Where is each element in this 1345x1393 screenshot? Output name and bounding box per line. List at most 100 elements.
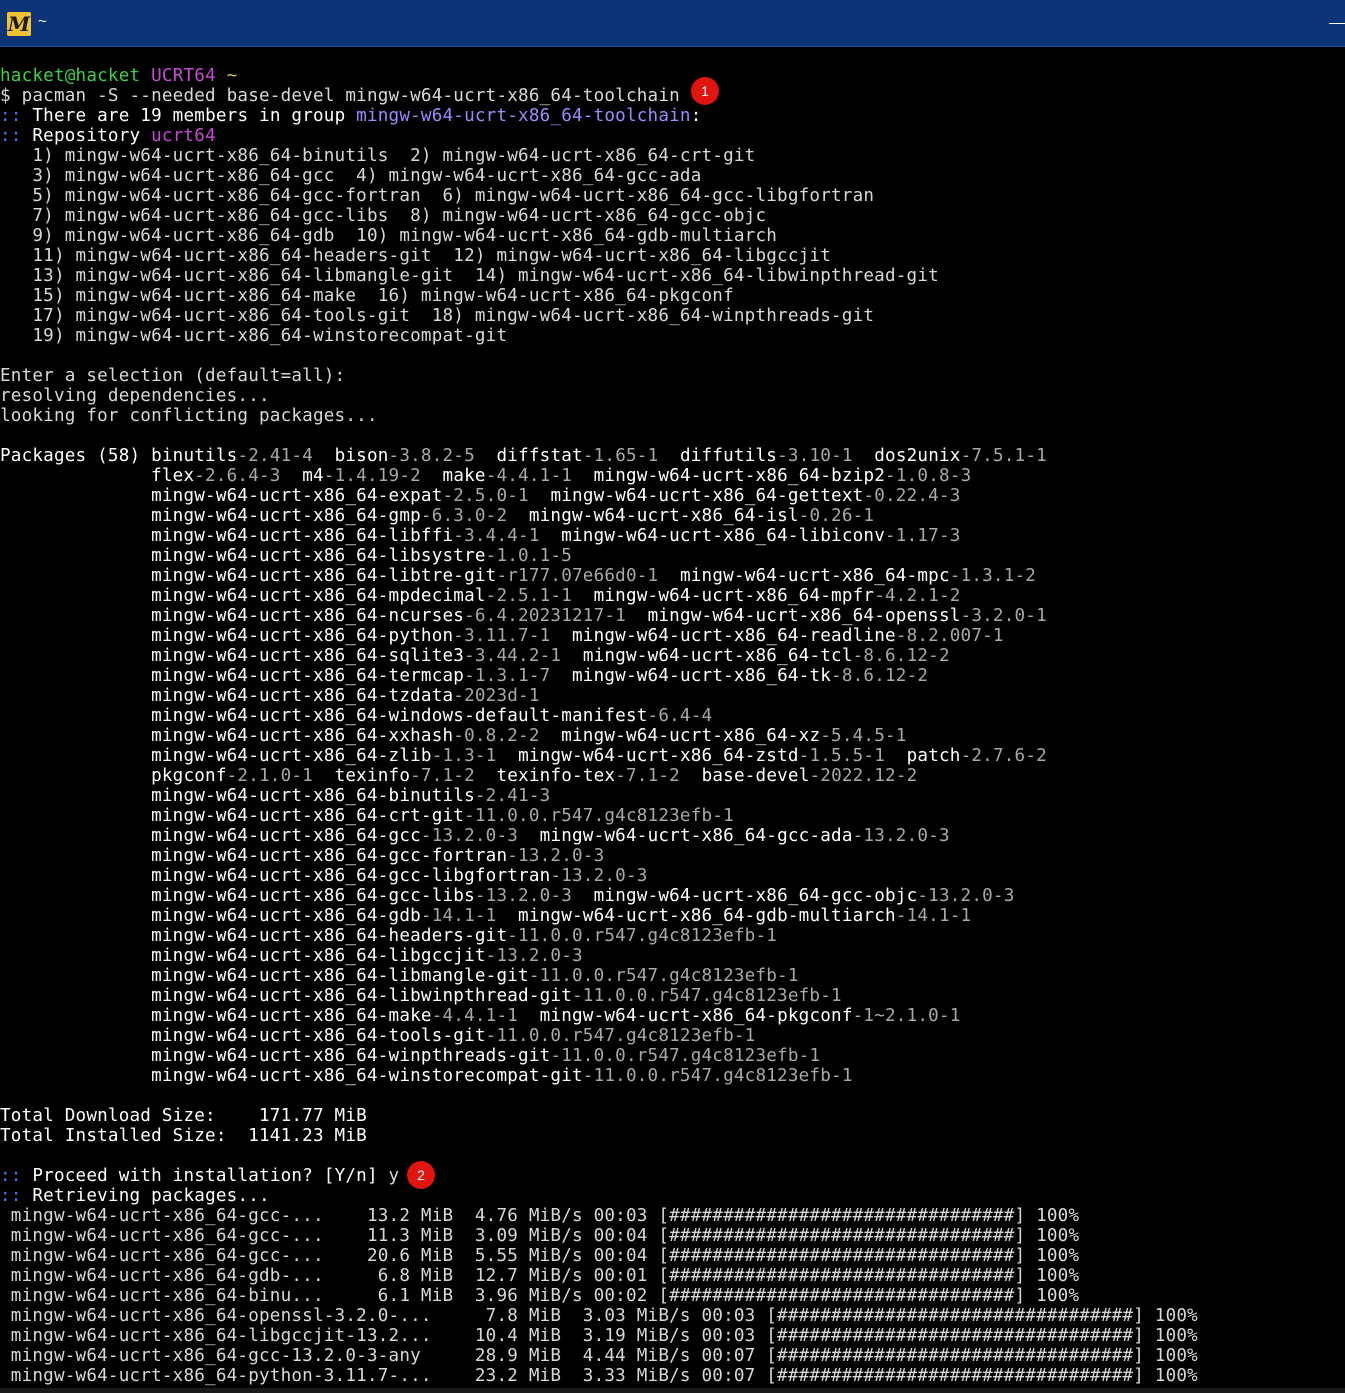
package-line: Packages (58) binutils-2.41-4 bison-3.8.… xyxy=(0,446,1345,466)
package-version: -2.5.0-1 xyxy=(442,486,529,506)
package-version: -11.0.0.r547.g4c8123efb-1 xyxy=(528,966,799,986)
package-name: mingw-w64-ucrt-x86_64-winstorecompat-git xyxy=(151,1066,583,1086)
download-progress-line: mingw-w64-ucrt-x86_64-openssl-3.2.0-... … xyxy=(0,1306,1198,1326)
package-version: -1.5.5-1 xyxy=(798,746,886,766)
package-version: -2022.12-2 xyxy=(809,766,918,786)
download-progress-line: mingw-w64-ucrt-x86_64-python-3.11.7-... … xyxy=(0,1366,1198,1386)
package-name: mingw-w64-ucrt-x86_64-mpc xyxy=(679,566,950,586)
package-version: -7.5.1-1 xyxy=(960,446,1047,466)
package-name: mingw-w64-ucrt-x86_64-headers-git xyxy=(151,926,508,946)
packages-list: Packages (58) binutils-2.41-4 bison-3.8.… xyxy=(0,446,1345,1086)
package-line: mingw-w64-ucrt-x86_64-binutils-2.41-3 xyxy=(0,786,1345,806)
package-name: patch xyxy=(906,746,961,766)
group-member-line: 7) mingw-w64-ucrt-x86_64-gcc-libs 8) min… xyxy=(0,206,767,226)
package-name: mingw-w64-ucrt-x86_64-gcc-ada xyxy=(539,826,853,846)
package-name: mingw-w64-ucrt-x86_64-tzdata xyxy=(151,686,454,706)
proceed-line: :: Proceed with installation? [Y/n] y xyxy=(0,1166,400,1186)
package-name: mingw-w64-ucrt-x86_64-gcc-libgfortran xyxy=(151,866,551,886)
package-line: mingw-w64-ucrt-x86_64-libmangle-git-11.0… xyxy=(0,966,1345,986)
package-line: mingw-w64-ucrt-x86_64-libsystre-1.0.1-5 xyxy=(0,546,1345,566)
package-name: mingw-w64-ucrt-x86_64-openssl xyxy=(647,606,961,626)
packages-label: Packages (58) xyxy=(0,446,152,466)
package-name: mingw-w64-ucrt-x86_64-windows-default-ma… xyxy=(151,706,648,726)
package-version: -2023d-1 xyxy=(453,686,540,706)
package-name: mingw-w64-ucrt-x86_64-libgccjit xyxy=(151,946,486,966)
package-name: mingw-w64-ucrt-x86_64-crt-git xyxy=(151,806,465,826)
package-line: mingw-w64-ucrt-x86_64-libwinpthread-git-… xyxy=(0,986,1345,1006)
annotation-marker-1: 1 xyxy=(691,77,719,105)
terminal-output[interactable]: hacket@hacket UCRT64 ~ $ pacman -S --need… xyxy=(0,66,1345,1393)
package-name: mingw-w64-ucrt-x86_64-libsystre xyxy=(151,546,486,566)
package-name: mingw-w64-ucrt-x86_64-zlib xyxy=(151,746,432,766)
package-name: binutils xyxy=(151,446,238,466)
package-version: -0.8.2-2 xyxy=(453,726,540,746)
group-member-line: 15) mingw-w64-ucrt-x86_64-make 16) mingw… xyxy=(0,286,734,306)
package-line: mingw-w64-ucrt-x86_64-ncurses-6.4.202312… xyxy=(0,606,1345,626)
package-version: -1.3-1 xyxy=(431,746,497,766)
package-name: mingw-w64-ucrt-x86_64-gettext xyxy=(550,486,864,506)
package-version: -13.2.0-3 xyxy=(550,866,648,886)
package-version: -2.41-4 xyxy=(237,446,313,466)
package-version: -2.1.0-1 xyxy=(226,766,313,786)
package-version: -r177.07e66d0-1 xyxy=(496,566,659,586)
package-name: base-devel xyxy=(701,766,810,786)
package-name: mingw-w64-ucrt-x86_64-mpdecimal xyxy=(151,586,486,606)
package-name: mingw-w64-ucrt-x86_64-tcl xyxy=(582,646,853,666)
package-name: mingw-w64-ucrt-x86_64-expat xyxy=(151,486,443,506)
package-line: mingw-w64-ucrt-x86_64-xxhash-0.8.2-2 min… xyxy=(0,726,1345,746)
total-download-size: Total Download Size: 171.77 MiB xyxy=(0,1106,367,1126)
package-version: -13.2.0-3 xyxy=(852,826,950,846)
package-version: -1.0.8-3 xyxy=(885,466,972,486)
package-version: -14.1-1 xyxy=(420,906,497,926)
package-version: -3.8.2-5 xyxy=(388,446,475,466)
package-name: mingw-w64-ucrt-x86_64-isl xyxy=(528,506,799,526)
prompt-env: UCRT64 xyxy=(151,66,216,86)
package-version: -3.2.0-1 xyxy=(960,606,1047,626)
download-progress-line: mingw-w64-ucrt-x86_64-libgccjit-13.2... … xyxy=(0,1326,1198,1346)
retrieving-line: :: Retrieving packages... xyxy=(0,1186,270,1206)
package-version: -8.2.007-1 xyxy=(895,626,1004,646)
package-line: mingw-w64-ucrt-x86_64-python-3.11.7-1 mi… xyxy=(0,626,1345,646)
package-version: -2.41-3 xyxy=(474,786,551,806)
package-name: mingw-w64-ucrt-x86_64-xz xyxy=(561,726,821,746)
package-name: dos2unix xyxy=(874,446,961,466)
package-version: -13.2.0-3 xyxy=(917,886,1015,906)
group-member-line: 11) mingw-w64-ucrt-x86_64-headers-git 12… xyxy=(0,246,832,266)
prompt-line: hacket@hacket UCRT64 ~ xyxy=(0,66,1345,86)
window-title: ~ xyxy=(38,13,47,30)
package-version: -13.2.0-3 xyxy=(474,886,573,906)
group-members-list: 1) mingw-w64-ucrt-x86_64-binutils 2) min… xyxy=(0,146,1345,346)
package-version: -11.0.0.r547.g4c8123efb-1 xyxy=(572,986,842,1006)
package-name: make xyxy=(442,466,486,486)
package-version: -6.3.0-2 xyxy=(420,506,508,526)
package-name: mingw-w64-ucrt-x86_64-make xyxy=(151,1006,432,1026)
msys2-app-icon[interactable]: M xyxy=(7,12,31,36)
total-installed-size: Total Installed Size: 1141.23 MiB xyxy=(0,1126,367,1146)
minimize-icon[interactable] xyxy=(1329,23,1345,24)
package-name: diffstat xyxy=(496,446,583,466)
package-name: flex xyxy=(151,466,195,486)
download-progress-line: mingw-w64-ucrt-x86_64-gdb-... 6.8 MiB 12… xyxy=(0,1266,1080,1286)
download-progress-list: mingw-w64-ucrt-x86_64-gcc-... 13.2 MiB 4… xyxy=(0,1206,1345,1386)
package-line: mingw-w64-ucrt-x86_64-mpdecimal-2.5.1-1 … xyxy=(0,586,1345,606)
prompt-user: hacket@hacket xyxy=(0,66,141,86)
package-version: -13.2.0-3 xyxy=(420,826,519,846)
package-line: flex-2.6.4-3 m4-1.4.19-2 make-4.4.1-1 mi… xyxy=(0,466,1345,486)
package-version: -0.22.4-3 xyxy=(863,486,961,506)
package-name: mingw-w64-ucrt-x86_64-libmangle-git xyxy=(151,966,529,986)
package-version: -8.6.12-2 xyxy=(852,646,950,666)
package-version: -7.1-2 xyxy=(410,766,475,786)
group-member-line: 1) mingw-w64-ucrt-x86_64-binutils 2) min… xyxy=(0,146,756,166)
package-name: mingw-w64-ucrt-x86_64-gdb-multiarch xyxy=(518,906,896,926)
prompt-dir: ~ xyxy=(226,66,238,86)
package-version: -0.26-1 xyxy=(798,506,875,526)
group-member-line: 19) mingw-w64-ucrt-x86_64-winstorecompat… xyxy=(0,326,508,346)
package-name: mingw-w64-ucrt-x86_64-bzip2 xyxy=(593,466,886,486)
package-line: pkgconf-2.1.0-1 texinfo-7.1-2 texinfo-te… xyxy=(0,766,1345,786)
package-version: -2.6.4-3 xyxy=(194,466,281,486)
package-line: mingw-w64-ucrt-x86_64-make-4.4.1-1 mingw… xyxy=(0,1006,1345,1026)
group-line: :: There are 19 members in group mingw-w… xyxy=(0,106,702,126)
package-name: mingw-w64-ucrt-x86_64-tk xyxy=(572,666,832,686)
group-member-line: 5) mingw-w64-ucrt-x86_64-gcc-fortran 6) … xyxy=(0,186,875,206)
package-version: -4.2.1-2 xyxy=(874,586,961,606)
